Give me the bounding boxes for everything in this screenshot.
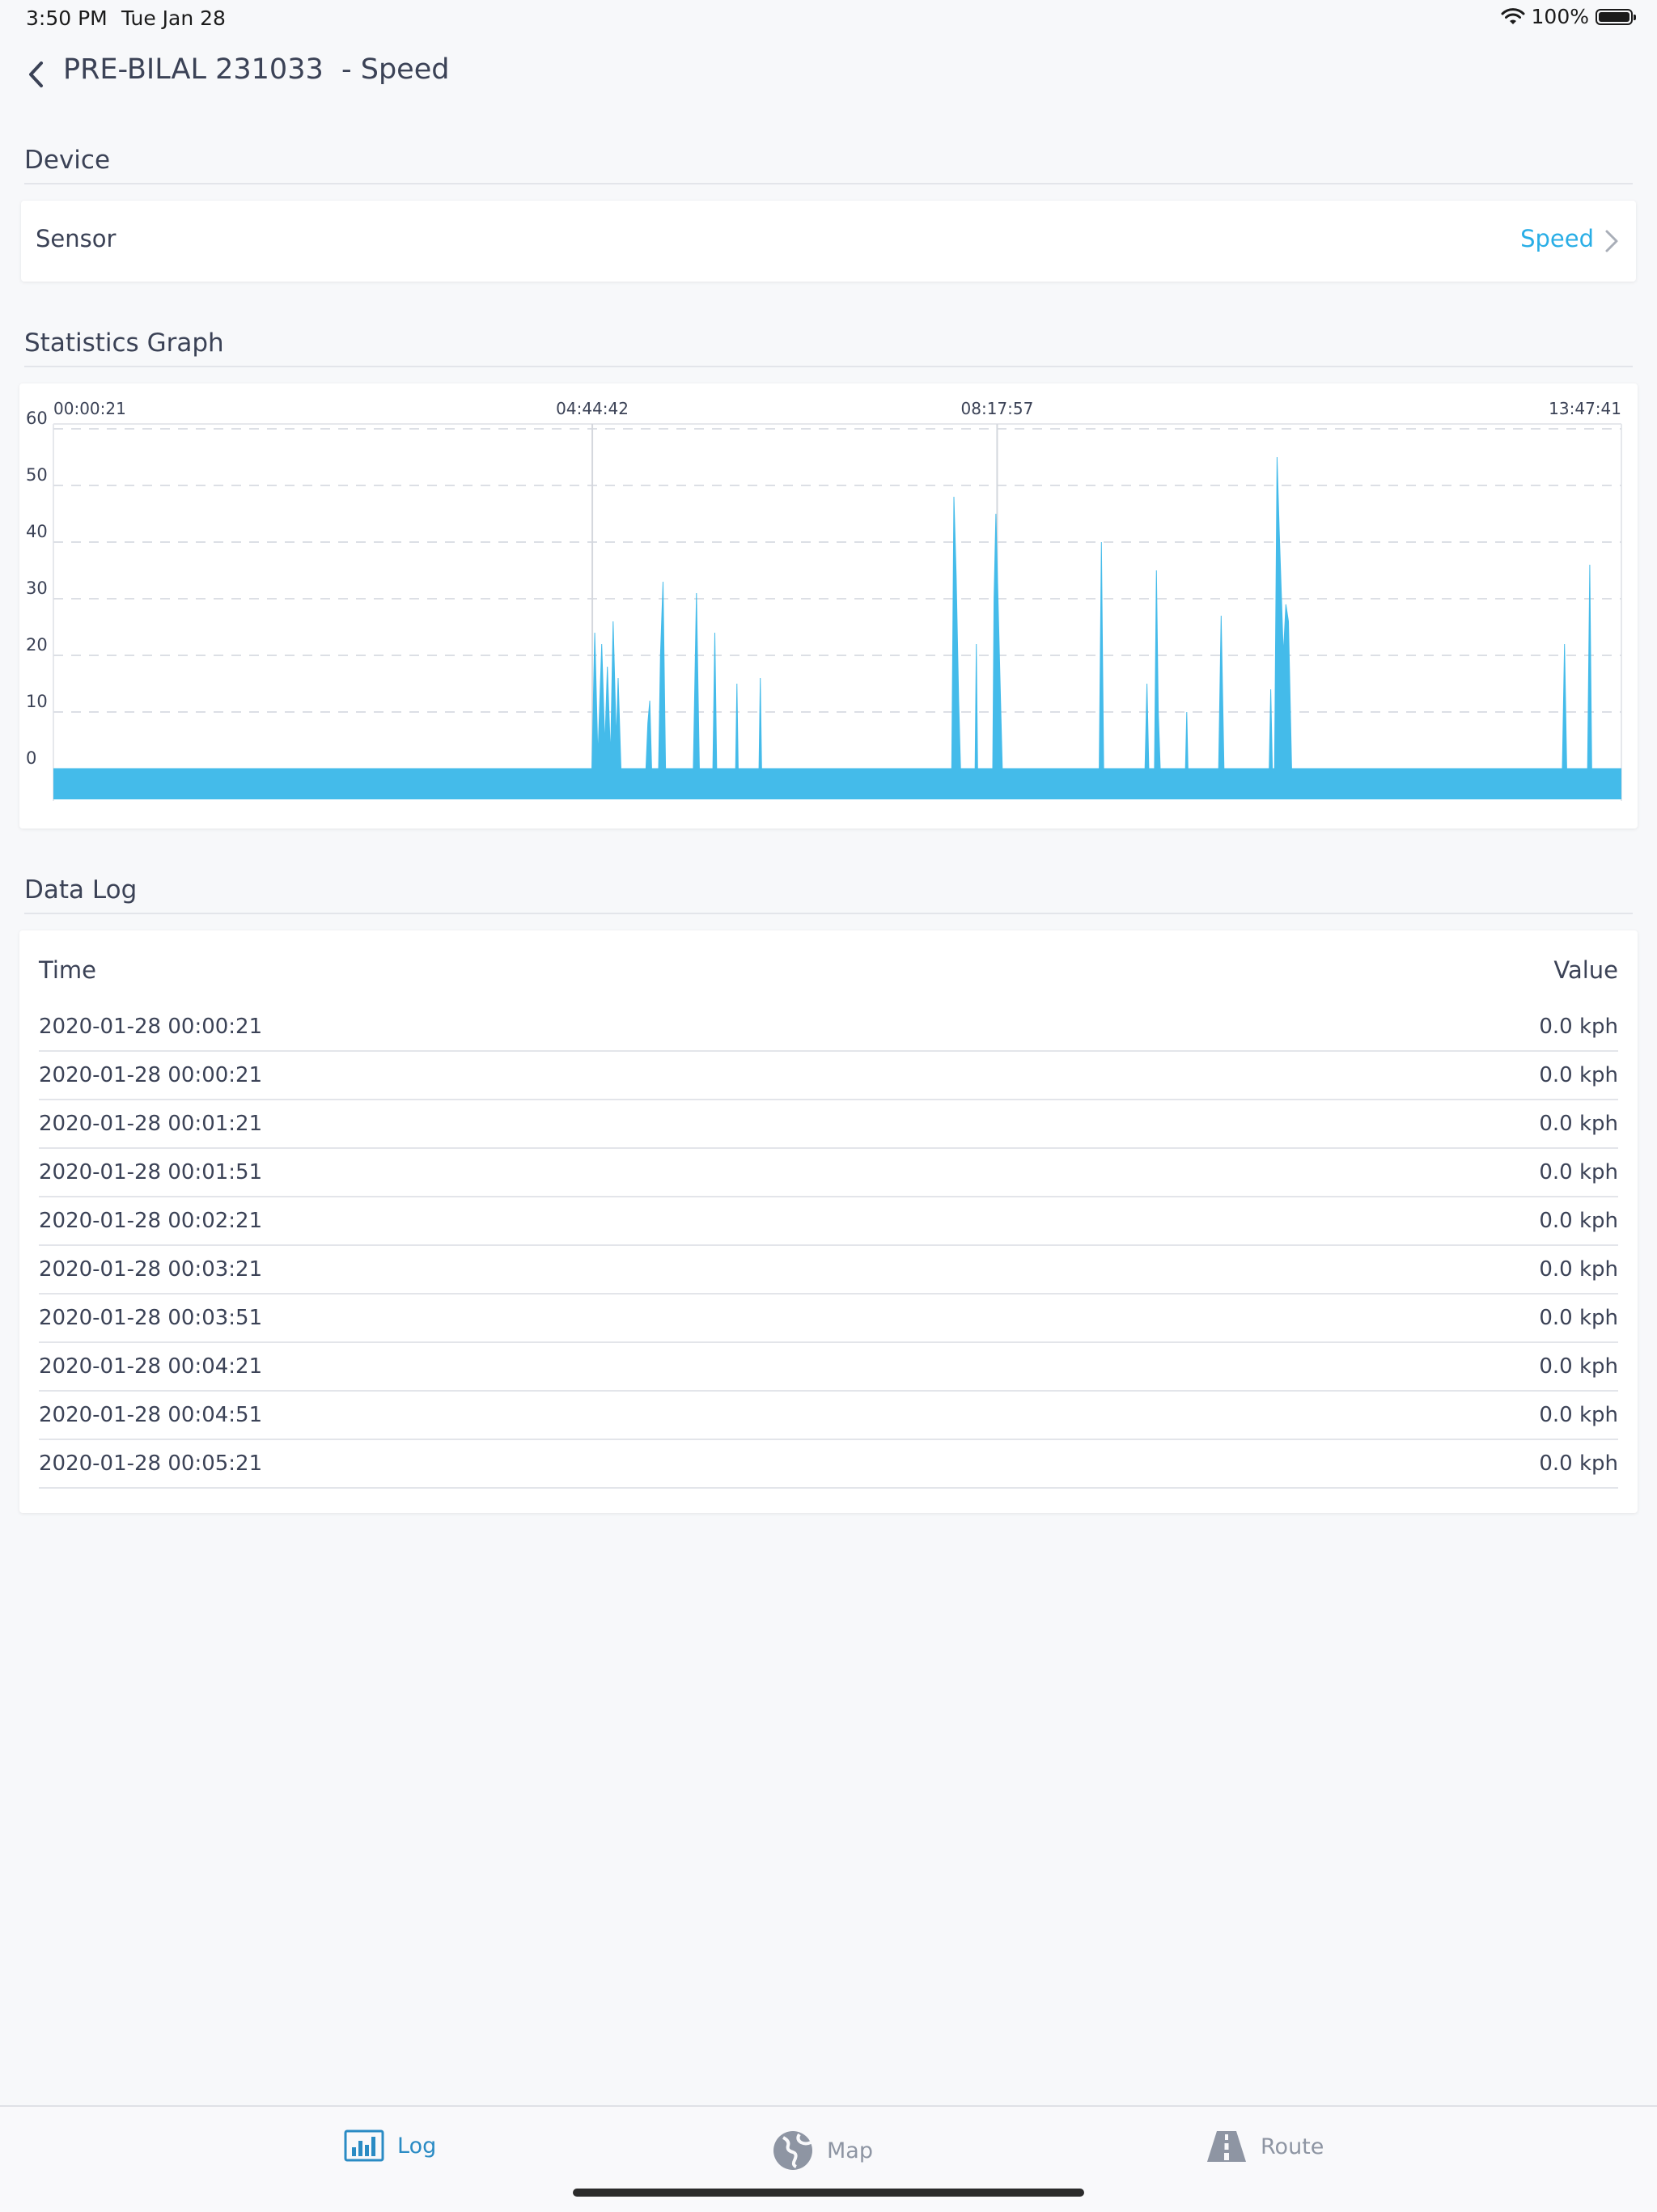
y-tick-label: 20 bbox=[26, 635, 48, 655]
speed-area-series bbox=[53, 456, 1621, 769]
speed-chart: 60 50 40 30 20 10 0 00:00:21 04:44:42 08:17:57 13:… bbox=[26, 399, 1622, 801]
table-row: 2020-01-28 00:00:21 0.0 kph bbox=[39, 1003, 1618, 1052]
row-time: 2020-01-28 00:02:21 bbox=[39, 1209, 263, 1233]
sensor-label: Sensor bbox=[36, 225, 117, 252]
home-indicator bbox=[573, 2189, 1084, 2197]
globe-icon bbox=[773, 2131, 812, 2170]
row-value: 0.0 kph bbox=[1539, 1403, 1618, 1427]
status-date: Tue Jan 28 bbox=[121, 6, 226, 30]
bar-chart-icon bbox=[344, 2129, 384, 2162]
table-row: 2020-01-28 00:02:21 0.0 kph bbox=[39, 1197, 1618, 1246]
sensor-row[interactable]: Sensor Speed bbox=[21, 201, 1636, 282]
table-row: 2020-01-28 00:05:21 0.0 kph bbox=[39, 1440, 1618, 1489]
table-row: 2020-01-28 00:01:21 0.0 kph bbox=[39, 1100, 1618, 1149]
tab-route[interactable]: Route bbox=[1206, 2129, 1324, 2163]
tab-log[interactable]: Log bbox=[344, 2129, 436, 2162]
row-value: 0.0 kph bbox=[1539, 1306, 1618, 1330]
row-time: 2020-01-28 00:04:51 bbox=[39, 1403, 263, 1427]
zero-baseline-band bbox=[53, 769, 1621, 799]
battery-icon bbox=[1596, 8, 1636, 25]
y-tick-label: 0 bbox=[26, 748, 36, 768]
table-row: 2020-01-28 00:01:51 0.0 kph bbox=[39, 1149, 1618, 1197]
tab-log-label: Log bbox=[397, 2133, 437, 2159]
tab-route-label: Route bbox=[1261, 2134, 1324, 2159]
chevron-right-icon bbox=[1605, 230, 1618, 252]
y-tick-label: 40 bbox=[26, 522, 48, 541]
device-section-title: Device bbox=[24, 146, 111, 175]
y-tick-label: 10 bbox=[26, 692, 48, 711]
column-header-value: Value bbox=[1553, 956, 1618, 984]
tab-map[interactable]: Map bbox=[772, 2129, 873, 2172]
table-row: 2020-01-28 00:03:21 0.0 kph bbox=[39, 1246, 1618, 1295]
row-value: 0.0 kph bbox=[1539, 1354, 1618, 1379]
table-row: 2020-01-28 00:04:51 0.0 kph bbox=[39, 1392, 1618, 1440]
row-time: 2020-01-28 00:00:21 bbox=[39, 1063, 263, 1087]
sensor-value: Speed bbox=[1520, 225, 1594, 252]
row-value: 0.0 kph bbox=[1539, 1015, 1618, 1039]
row-time: 2020-01-28 00:03:21 bbox=[39, 1257, 263, 1282]
data-log-section-title: Data Log bbox=[24, 875, 138, 905]
time-tick-label: 08:17:57 bbox=[961, 399, 1034, 418]
data-log-card: Time Value 2020-01-28 00:00:21 0.0 kph 202… bbox=[19, 930, 1638, 1513]
divider bbox=[24, 366, 1633, 367]
status-indicators: 100% bbox=[1501, 5, 1636, 28]
row-value: 0.0 kph bbox=[1539, 1063, 1618, 1087]
y-tick-label: 60 bbox=[26, 409, 48, 428]
row-value: 0.0 kph bbox=[1539, 1112, 1618, 1136]
time-tick-label: 13:47:41 bbox=[1549, 399, 1621, 418]
row-time: 2020-01-28 00:00:21 bbox=[39, 1015, 263, 1039]
row-time: 2020-01-28 00:04:21 bbox=[39, 1354, 263, 1379]
status-time: 3:50 PM bbox=[26, 6, 108, 30]
row-time: 2020-01-28 00:05:21 bbox=[39, 1451, 263, 1476]
row-value: 0.0 kph bbox=[1539, 1257, 1618, 1282]
data-log-list: 2020-01-28 00:00:21 0.0 kph 2020-01-28 00:… bbox=[39, 1003, 1618, 1489]
column-header-time: Time bbox=[39, 956, 96, 984]
page-title: PRE-BILAL 231033 - Speed bbox=[63, 53, 450, 86]
row-value: 0.0 kph bbox=[1539, 1160, 1618, 1184]
divider bbox=[24, 183, 1633, 184]
time-tick-label: 04:44:42 bbox=[556, 399, 629, 418]
row-value: 0.0 kph bbox=[1539, 1209, 1618, 1233]
row-value: 0.0 kph bbox=[1539, 1451, 1618, 1476]
table-row: 2020-01-28 00:00:21 0.0 kph bbox=[39, 1052, 1618, 1100]
battery-percent: 100% bbox=[1531, 5, 1589, 28]
table-row: 2020-01-28 00:04:21 0.0 kph bbox=[39, 1343, 1618, 1392]
row-time: 2020-01-28 00:01:21 bbox=[39, 1112, 263, 1136]
tab-map-label: Map bbox=[827, 2138, 873, 2163]
y-tick-label: 50 bbox=[26, 465, 48, 485]
graph-section-title: Statistics Graph bbox=[24, 328, 224, 358]
time-tick-label: 00:00:21 bbox=[53, 399, 126, 418]
table-row: 2020-01-28 00:03:51 0.0 kph bbox=[39, 1295, 1618, 1343]
wifi-icon bbox=[1501, 7, 1525, 24]
chevron-left-icon bbox=[29, 61, 43, 87]
road-icon bbox=[1207, 2131, 1246, 2162]
y-tick-label: 30 bbox=[26, 578, 48, 598]
row-time: 2020-01-28 00:03:51 bbox=[39, 1306, 263, 1330]
statistics-graph-card: 60 50 40 30 20 10 0 00:00:21 04:44:42 08:17:57 13:… bbox=[19, 383, 1638, 828]
row-time: 2020-01-28 00:01:51 bbox=[39, 1160, 263, 1184]
divider bbox=[24, 913, 1633, 914]
back-button[interactable] bbox=[19, 57, 52, 92]
